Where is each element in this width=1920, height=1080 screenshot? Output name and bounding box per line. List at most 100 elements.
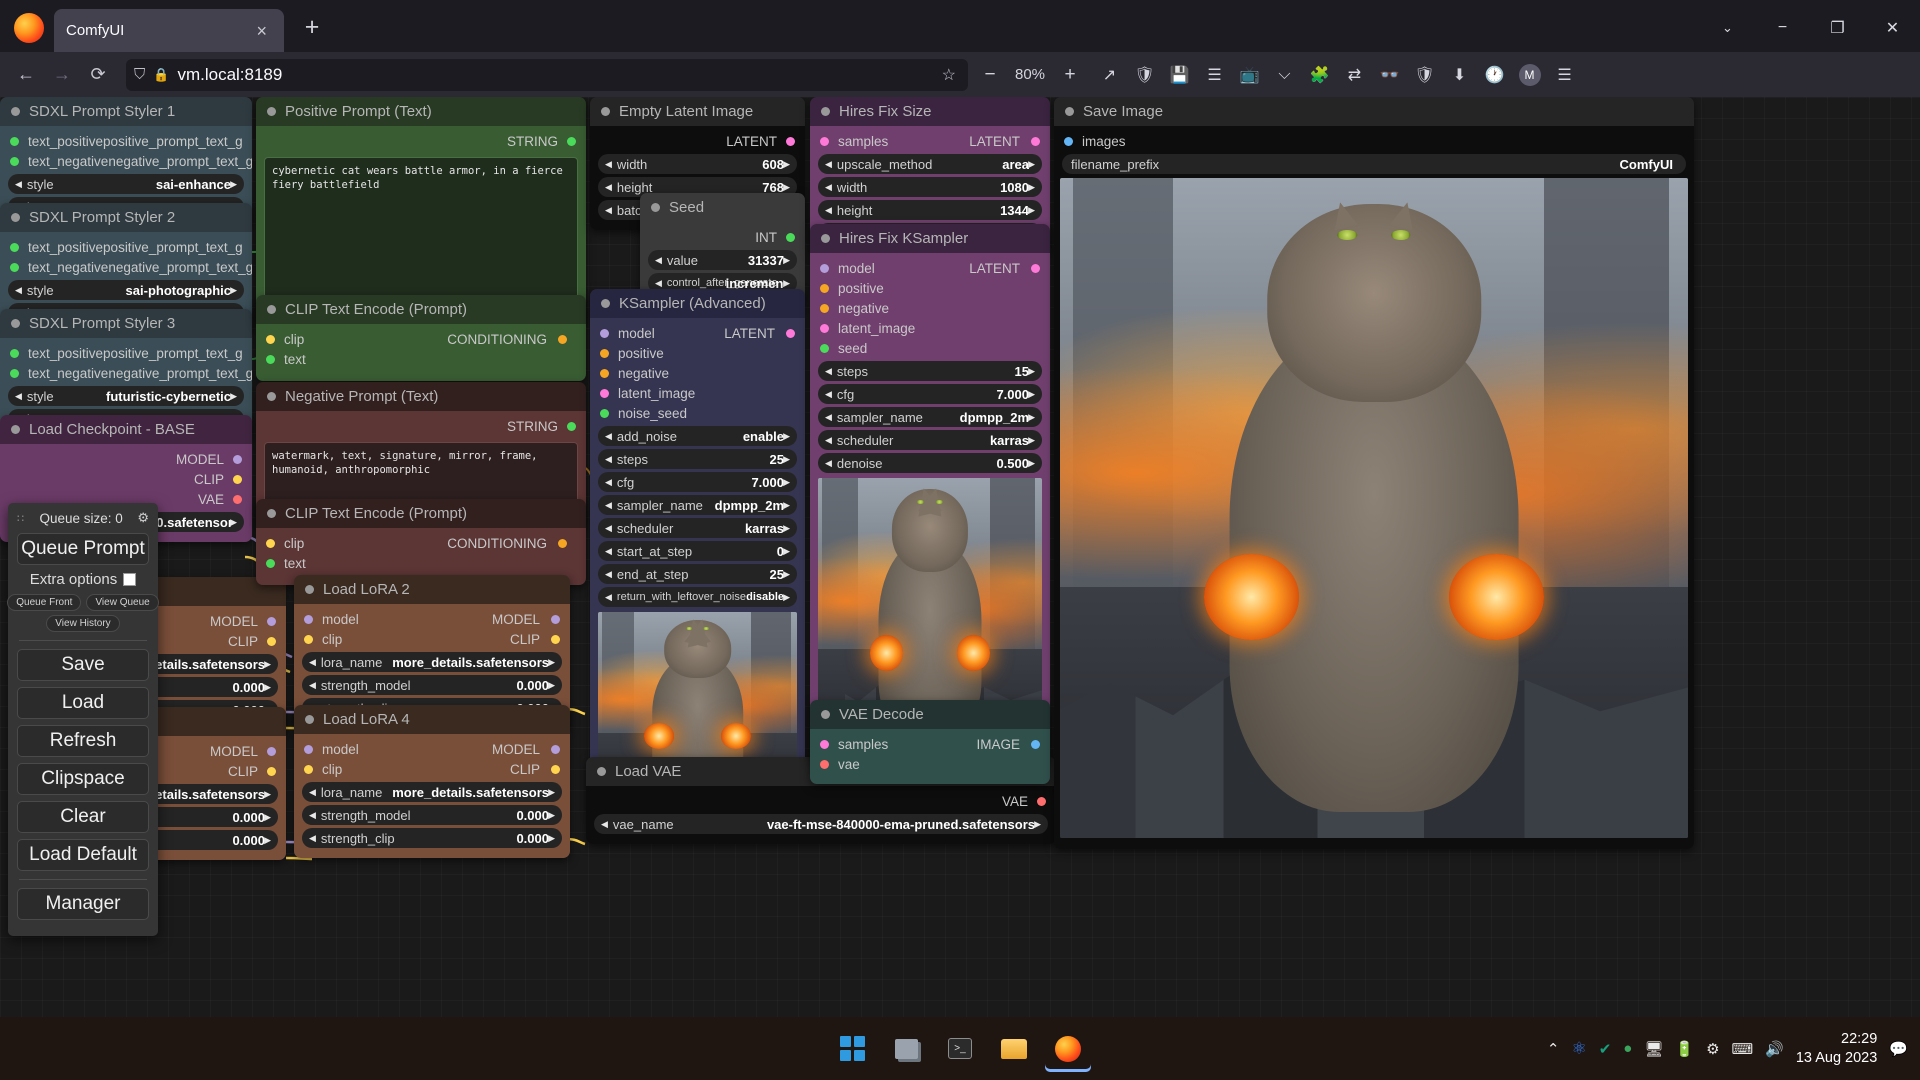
- widget-lora-name[interactable]: ◀ lora_name more_details.safetensors ▶: [302, 782, 562, 802]
- save-icon[interactable]: 💾: [1162, 59, 1197, 91]
- chevron-right-icon[interactable]: ▶: [548, 787, 555, 797]
- port-dot-icon[interactable]: [1064, 136, 1073, 146]
- view-queue-button[interactable]: View Queue: [86, 594, 159, 611]
- queue-front-button[interactable]: Queue Front: [7, 594, 82, 611]
- widget-style[interactable]: ◀ style sai-enhance ▶: [8, 174, 244, 194]
- chevron-left-icon[interactable]: ◀: [825, 159, 832, 169]
- port-dot-icon[interactable]: [600, 408, 609, 418]
- chevron-right-icon[interactable]: ▶: [783, 592, 790, 602]
- reload-icon[interactable]: ⟳: [80, 59, 116, 91]
- widget-value[interactable]: ◀ value 31337 ▶: [648, 250, 797, 270]
- close-icon[interactable]: ×: [251, 20, 272, 42]
- manager-button[interactable]: Manager: [17, 888, 149, 920]
- antivirus-icon[interactable]: ●: [1623, 1040, 1632, 1057]
- node-title-bar[interactable]: SDXL Prompt Styler 3: [0, 309, 252, 338]
- widget-end-at-step[interactable]: ◀ end_at_step 25 ▶: [598, 564, 797, 584]
- drag-handle-icon[interactable]: ∷: [17, 512, 25, 525]
- app-menu-icon[interactable]: ☰: [1547, 59, 1582, 91]
- port-dot-icon[interactable]: [786, 232, 795, 242]
- notifications-icon[interactable]: 💬: [1889, 1040, 1908, 1058]
- widget-style[interactable]: ◀ style sai-photographic ▶: [8, 280, 244, 300]
- node-save-image[interactable]: Save Image images filename_prefix ComfyU…: [1054, 97, 1694, 849]
- port-dot-icon[interactable]: [233, 454, 242, 464]
- history-icon[interactable]: 🕐: [1477, 59, 1512, 91]
- node-input-text-negative[interactable]: text_negative negative_prompt_text_g: [0, 151, 252, 171]
- glasses-icon[interactable]: 👓: [1372, 59, 1407, 91]
- node-collapse-icon[interactable]: [305, 585, 314, 594]
- node-load-lora-4[interactable]: Load LoRA 4 model MODEL clip CLIP ◀ lora…: [294, 705, 570, 858]
- widget-add-noise[interactable]: ◀ add_noise enable ▶: [598, 426, 797, 446]
- node-collapse-icon[interactable]: [597, 767, 606, 776]
- node-collapse-icon[interactable]: [601, 299, 610, 308]
- bluetooth-icon[interactable]: ⚛: [1571, 1039, 1586, 1059]
- node-io-model[interactable]: model LATENT: [590, 323, 805, 343]
- port-dot-icon[interactable]: [10, 242, 19, 252]
- chevron-left-icon[interactable]: ◀: [825, 366, 832, 376]
- node-output-int[interactable]: INT: [640, 227, 805, 247]
- chevron-right-icon[interactable]: ▶: [1028, 159, 1035, 169]
- widget-denoise[interactable]: ◀ denoise 0.500 ▶: [818, 453, 1042, 473]
- node-input-text[interactable]: text: [256, 553, 586, 573]
- node-hires-fix-ksampler[interactable]: Hires Fix KSampler model LATENT positive…: [810, 224, 1050, 762]
- node-input-negative[interactable]: negative: [590, 363, 805, 383]
- chevron-left-icon[interactable]: ◀: [15, 285, 22, 295]
- chevron-left-icon[interactable]: ◀: [309, 810, 316, 820]
- node-io-model[interactable]: model MODEL: [294, 739, 570, 759]
- comfyui-menu-panel[interactable]: ∷ Queue size: 0 ⚙ Queue Prompt Extra opt…: [7, 503, 159, 936]
- widget-style[interactable]: ◀ style futuristic-cybernetic ▶: [8, 386, 244, 406]
- widget-strength-clip[interactable]: ◀ strength_clip 0.000 ▶: [302, 828, 562, 848]
- terminal-button[interactable]: >_: [937, 1026, 983, 1072]
- widget-sampler-name[interactable]: ◀ sampler_name dpmpp_2m ▶: [818, 407, 1042, 427]
- node-io-model[interactable]: model MODEL: [294, 609, 570, 629]
- port-dot-icon[interactable]: [551, 744, 560, 754]
- port-dot-icon[interactable]: [820, 136, 829, 146]
- node-collapse-icon[interactable]: [11, 425, 20, 434]
- widget-return-with-leftover-noise[interactable]: ◀ return_with_leftover_noise disable ▶: [598, 587, 797, 607]
- node-title-bar[interactable]: Negative Prompt (Text): [256, 382, 586, 411]
- widget-cfg[interactable]: ◀ cfg 7.000 ▶: [598, 472, 797, 492]
- node-output-vae[interactable]: VAE: [586, 791, 1056, 811]
- port-dot-icon[interactable]: [10, 368, 19, 378]
- node-input-text-positive[interactable]: text_positive positive_prompt_text_g: [0, 131, 252, 151]
- widget-steps[interactable]: ◀ steps 15 ▶: [818, 361, 1042, 381]
- chevron-left-icon[interactable]: ◀: [825, 389, 832, 399]
- browser-tab-comfyui[interactable]: ComfyUI ×: [54, 9, 284, 52]
- node-collapse-icon[interactable]: [11, 107, 20, 116]
- taskbar-clock[interactable]: 22:29 13 Aug 2023: [1796, 1030, 1877, 1066]
- firefox-taskbar-button[interactable]: [1045, 1026, 1091, 1072]
- bookmark-star-icon[interactable]: ☆: [942, 65, 956, 85]
- port-dot-icon[interactable]: [567, 421, 576, 431]
- new-tab-button[interactable]: +: [298, 15, 326, 40]
- port-dot-icon[interactable]: [820, 283, 829, 293]
- forward-icon[interactable]: →: [44, 59, 80, 91]
- extra-options-row[interactable]: Extra options: [17, 571, 149, 588]
- node-title-bar[interactable]: SDXL Prompt Styler 2: [0, 203, 252, 232]
- node-input-text-negative[interactable]: text_negative negative_prompt_text_g: [0, 257, 252, 277]
- chevron-left-icon[interactable]: ◀: [605, 500, 612, 510]
- node-title-bar[interactable]: Empty Latent Image: [590, 97, 805, 126]
- chevron-right-icon[interactable]: ▶: [783, 477, 790, 487]
- chevron-right-icon[interactable]: ▶: [1028, 366, 1035, 376]
- node-clip-text-encode-negative[interactable]: CLIP Text Encode (Prompt) clip CONDITION…: [256, 499, 586, 585]
- chevron-right-icon[interactable]: ▶: [548, 657, 555, 667]
- chevron-right-icon[interactable]: ▶: [1028, 205, 1035, 215]
- widget-width[interactable]: ◀ width 608 ▶: [598, 154, 797, 174]
- comfyui-canvas[interactable]: SDXL Prompt Styler 1 text_positive posit…: [0, 97, 1920, 1017]
- chevron-left-icon[interactable]: ◀: [601, 819, 608, 829]
- port-dot-icon[interactable]: [820, 303, 829, 313]
- port-dot-icon[interactable]: [233, 494, 242, 504]
- node-title-bar[interactable]: KSampler (Advanced): [590, 289, 805, 318]
- chevron-right-icon[interactable]: ▶: [783, 546, 790, 556]
- port-dot-icon[interactable]: [551, 764, 560, 774]
- chevron-right-icon[interactable]: ▶: [264, 789, 271, 799]
- node-title-bar[interactable]: Hires Fix KSampler: [810, 224, 1050, 253]
- chevron-right-icon[interactable]: ▶: [264, 659, 271, 669]
- sync-icon[interactable]: ⇄: [1337, 59, 1372, 91]
- chevron-right-icon[interactable]: ▶: [264, 812, 271, 822]
- chevron-right-icon[interactable]: ▶: [1034, 819, 1041, 829]
- gear-icon[interactable]: ⚙: [137, 510, 149, 526]
- port-dot-icon[interactable]: [267, 766, 276, 776]
- chevron-left-icon[interactable]: ◀: [605, 182, 612, 192]
- chevron-right-icon[interactable]: ▶: [1028, 389, 1035, 399]
- save-button[interactable]: Save: [17, 649, 149, 681]
